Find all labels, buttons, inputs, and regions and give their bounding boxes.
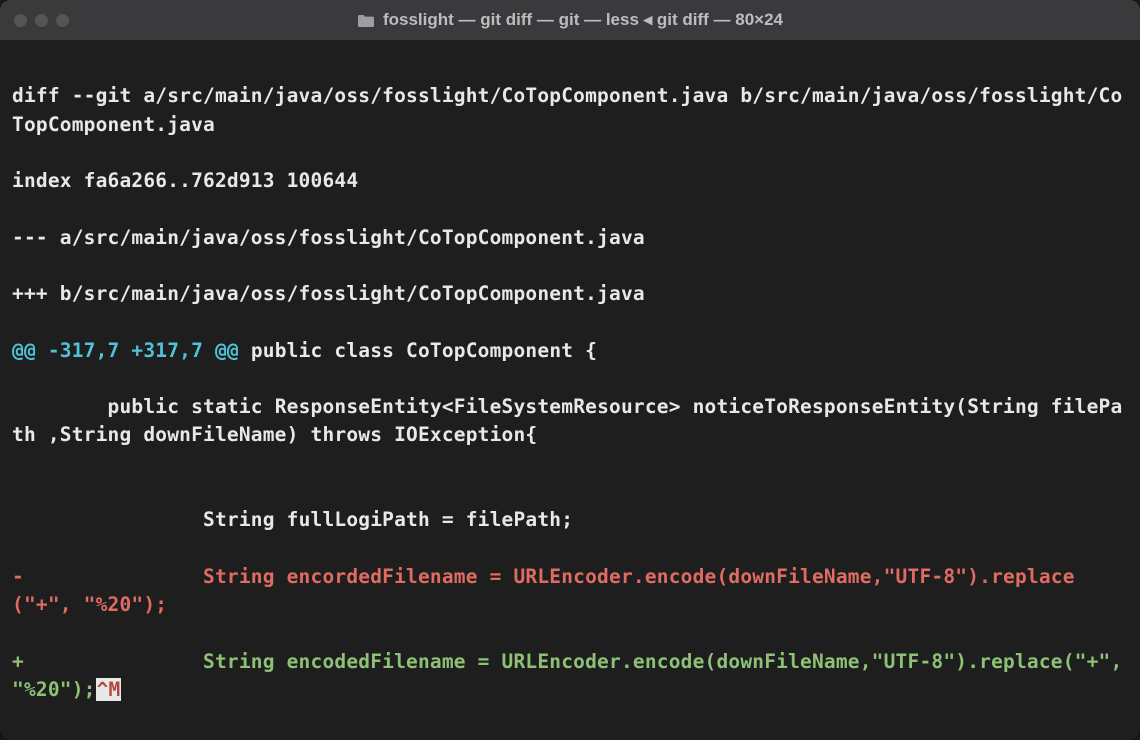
terminal-output[interactable]: diff --git a/src/main/java/oss/fosslight… <box>0 40 1140 740</box>
window-controls <box>14 14 69 27</box>
added-text: + String encodedFilename = URLEncoder.en… <box>12 650 1134 701</box>
window-title-text: fosslight — git diff — git — less ◂ git … <box>383 10 783 30</box>
diff-header: diff --git a/src/main/java/oss/fosslight… <box>12 82 1128 139</box>
hunk-context: public class CoTopComponent { <box>239 339 597 362</box>
zoom-icon[interactable] <box>56 14 69 27</box>
diff-plus-file: +++ b/src/main/java/oss/fosslight/CoTopC… <box>12 280 1128 308</box>
carriage-return-marker: ^M <box>96 678 122 701</box>
diff-index: index fa6a266..762d913 100644 <box>12 167 1128 195</box>
hunk-header: @@ -317,7 +317,7 @@ public class CoTopCo… <box>12 337 1128 365</box>
titlebar[interactable]: fosslight — git diff — git — less ◂ git … <box>0 0 1140 40</box>
hunk-marker: @@ -317,7 +317,7 @@ <box>12 339 239 362</box>
window-title: fosslight — git diff — git — less ◂ git … <box>0 10 1140 30</box>
added-line: + String encodedFilename = URLEncoder.en… <box>12 648 1128 705</box>
close-icon[interactable] <box>14 14 27 27</box>
context-line: String fullLogiPath = filePath; <box>12 506 1128 534</box>
terminal-window: fosslight — git diff — git — less ◂ git … <box>0 0 1140 740</box>
deleted-line: - String encordedFilename = URLEncoder.e… <box>12 563 1128 620</box>
context-line: public static ResponseEntity<FileSystemR… <box>12 393 1128 450</box>
diff-minus-file: --- a/src/main/java/oss/fosslight/CoTopC… <box>12 224 1128 252</box>
folder-icon <box>357 13 375 27</box>
minimize-icon[interactable] <box>35 14 48 27</box>
